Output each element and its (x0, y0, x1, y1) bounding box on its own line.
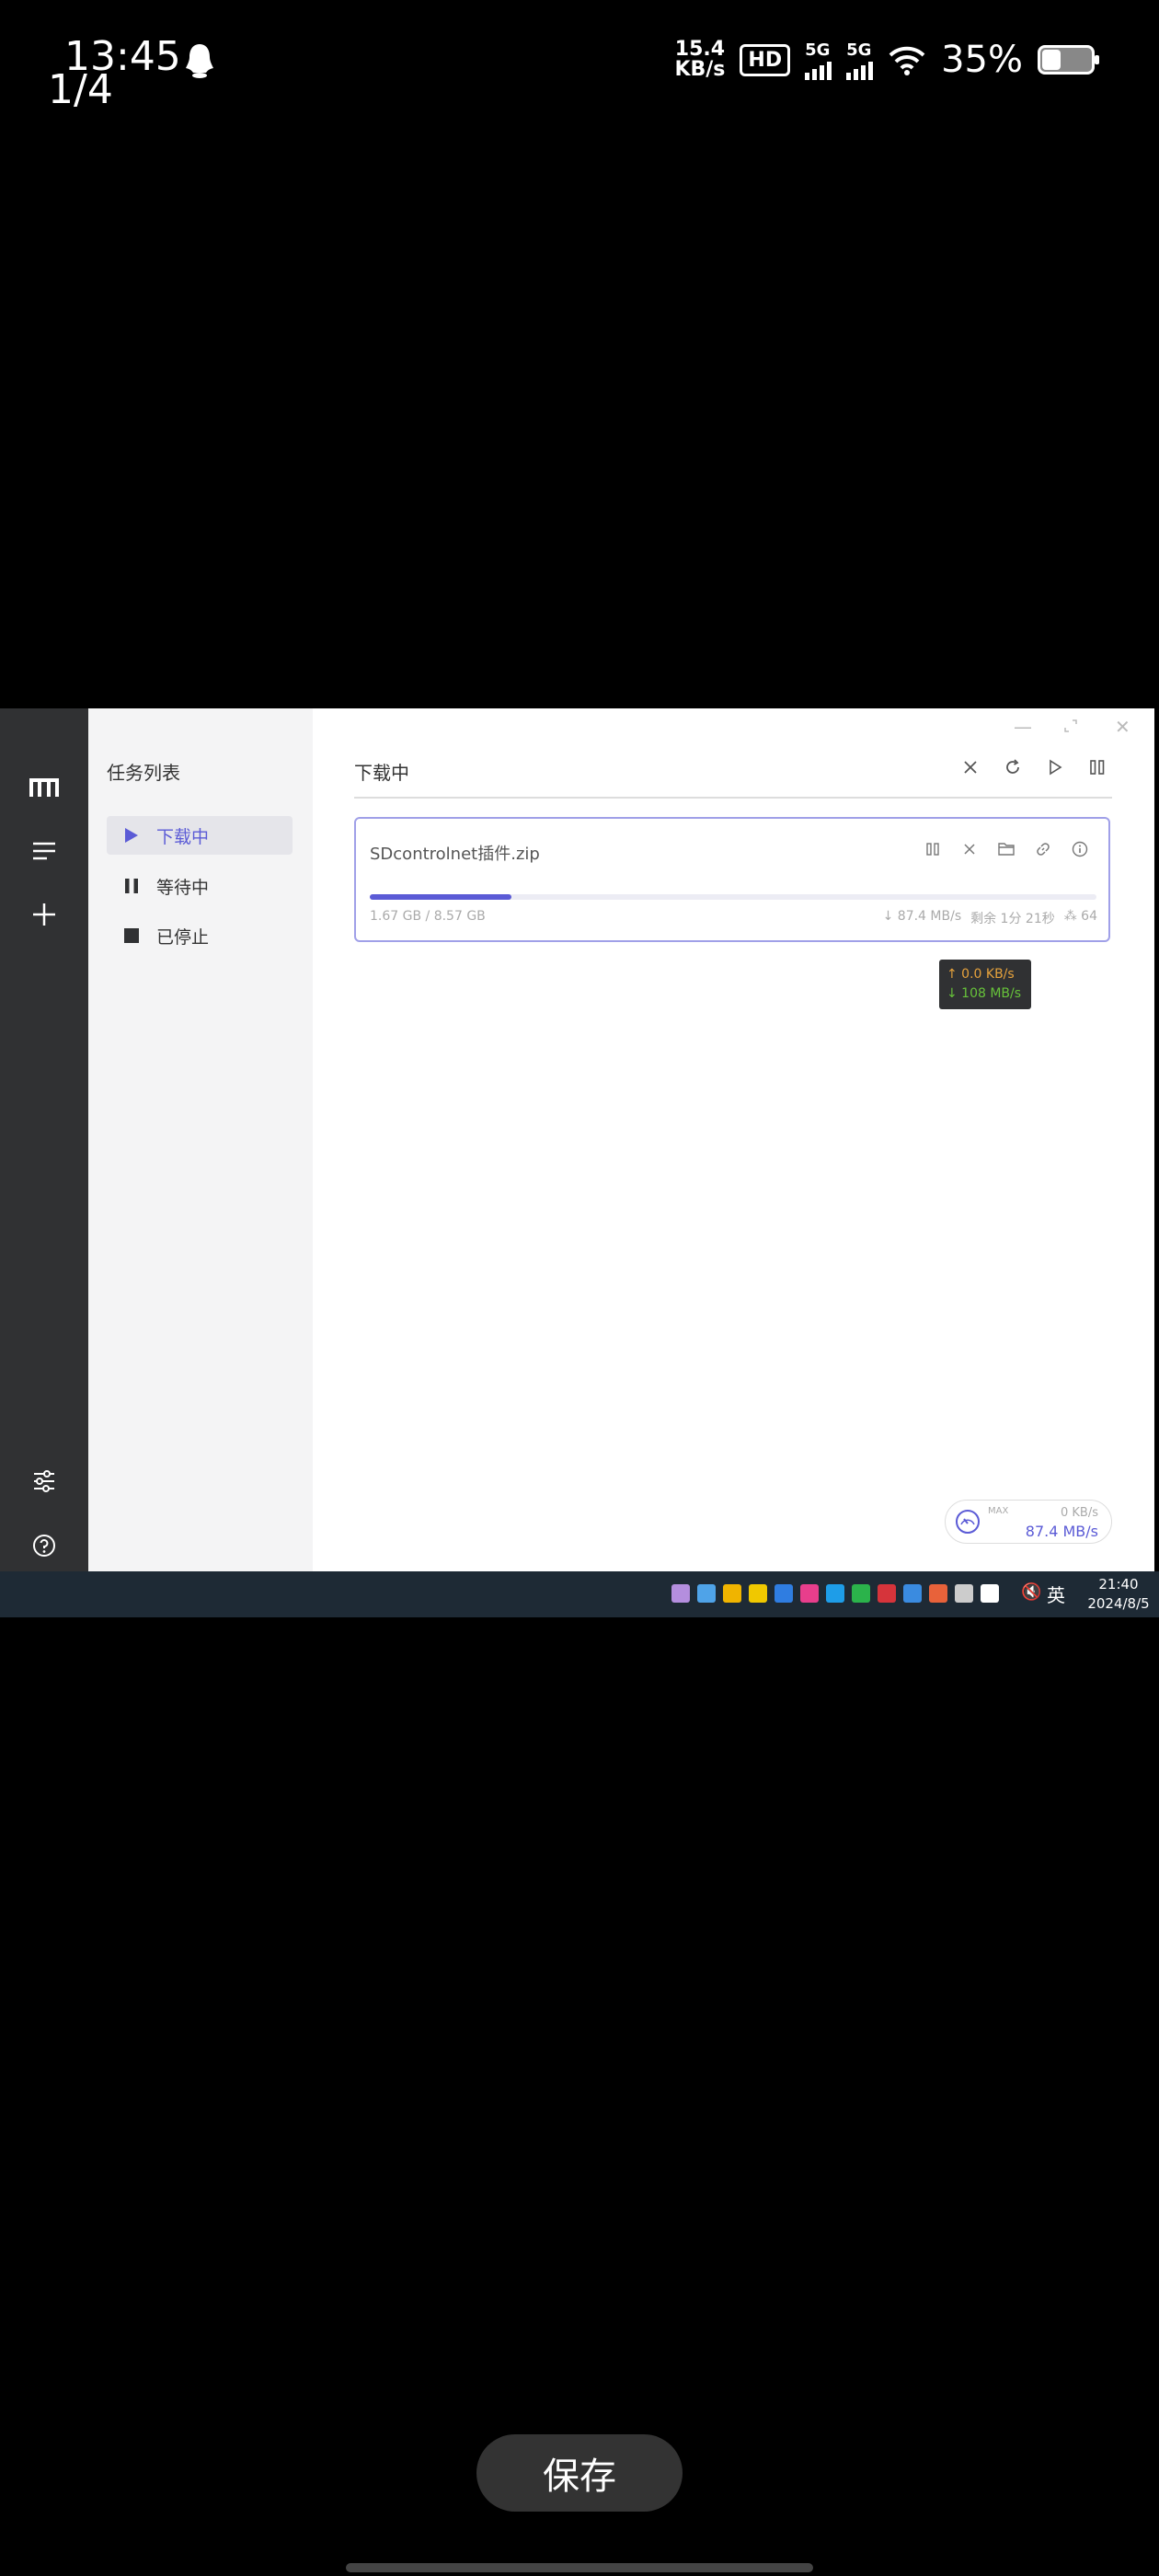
task-progress-fill (370, 894, 512, 900)
wifi-icon (889, 46, 925, 75)
home-indicator[interactable] (346, 2563, 813, 2572)
task-main-panel: — ✕ 下载中 SDcontrolnet插件.zip 1.67 GB / 8.5… (313, 708, 1154, 1571)
phone-status-bar: 13:45 1/4 15.4 KB/s HD 1 2 5G 5G 35% (0, 0, 1159, 129)
help-icon[interactable] (26, 1527, 63, 1564)
battery-icon (1038, 45, 1099, 75)
connections-count: ⁂ 64 (1063, 909, 1097, 924)
battery-percent: 35% (941, 39, 1023, 81)
task-sidebar: 任务列表 下载中 等待中 已停止 (88, 708, 313, 1571)
task-info-icon[interactable] (1070, 839, 1090, 859)
sidebar-item-downloading[interactable]: 下载中 (107, 816, 293, 855)
tray-app-icon[interactable] (800, 1584, 819, 1603)
tray-app-icon[interactable] (878, 1584, 896, 1603)
sidebar-item-label: 下载中 (156, 826, 210, 847)
sidebar-item-label: 等待中 (156, 877, 210, 898)
tray-app-icon[interactable] (671, 1584, 690, 1603)
task-item[interactable]: SDcontrolnet插件.zip 1.67 GB / 8.57 GB ↓ 8… (354, 817, 1110, 942)
pause-all-icon[interactable] (1086, 756, 1108, 778)
input-method-indicator[interactable]: 英 (1047, 1581, 1065, 1607)
delete-task-icon[interactable] (959, 839, 980, 859)
signal-icon-sim1: 5G (805, 40, 832, 80)
remaining-time: 剩余 1分 21秒 (970, 912, 1055, 926)
tray-app-icon[interactable] (749, 1584, 767, 1603)
pause-task-icon[interactable] (923, 839, 943, 859)
open-folder-icon[interactable] (996, 839, 1016, 859)
windows-taskbar: 🔇 英 21:40 2024/8/5 (0, 1571, 1159, 1617)
tray-app-icon[interactable] (903, 1584, 922, 1603)
tray-app-icon[interactable] (697, 1584, 716, 1603)
preferences-icon[interactable] (26, 1463, 63, 1500)
page-title: 下载中 (354, 762, 409, 784)
pause-icon (116, 878, 147, 894)
resume-all-icon[interactable] (1044, 756, 1066, 778)
network-speed-unit: KB/s (674, 58, 726, 81)
app-logo-icon (26, 769, 63, 806)
play-icon (116, 827, 147, 844)
task-size: 1.67 GB / 8.57 GB (370, 909, 486, 924)
tooltip-download-speed: ↓ 108 MB/s (947, 986, 1022, 1001)
task-progress-bar (370, 894, 1096, 900)
task-actions (923, 839, 1090, 859)
maximize-icon[interactable] (1063, 716, 1078, 738)
app-rail (0, 708, 88, 1571)
network-speed: 15.4 KB/s (674, 40, 725, 80)
refresh-icon[interactable] (1002, 756, 1024, 778)
network-speed-value: 15.4 (674, 38, 726, 61)
task-stats: ↓ 87.4 MB/s 剩余 1分 21秒 ⁂ 64 (883, 909, 1097, 927)
speedometer-max-label: MAX (988, 1506, 1009, 1516)
task-name: SDcontrolnet插件.zip (370, 845, 540, 864)
tray-app-icon[interactable] (775, 1584, 793, 1603)
speed-tooltip: ↑ 0.0 KB/s ↓ 108 MB/s (939, 960, 1031, 1009)
sim1-label: 5G (805, 40, 831, 60)
sidebar-item-label: 已停止 (156, 926, 210, 948)
sim2-label: 5G (846, 40, 872, 60)
qq-penguin-icon (186, 44, 213, 78)
tray-app-icon[interactable] (981, 1584, 999, 1603)
speedometer[interactable]: MAX 0 KB/s 87.4 MB/s (945, 1500, 1112, 1544)
add-task-icon[interactable] (26, 896, 63, 933)
sidebar-item-waiting[interactable]: 等待中 (107, 867, 293, 905)
hd-voice-icon: HD (740, 43, 791, 76)
sidebar-title: 任务列表 (107, 762, 180, 784)
close-window-icon[interactable]: ✕ (1115, 716, 1130, 738)
taskbar-time: 21:40 (1098, 1576, 1139, 1593)
system-tray-icons (671, 1584, 999, 1603)
download-speed: ↓ 87.4 MB/s (882, 909, 962, 924)
speedometer-icon (956, 1510, 980, 1534)
muted-speaker-icon[interactable]: 🔇 (1021, 1582, 1041, 1602)
save-button[interactable]: 保存 (476, 2434, 683, 2512)
speedometer-download: 87.4 MB/s (1025, 1523, 1098, 1540)
task-list-icon[interactable] (26, 833, 63, 869)
tray-app-icon[interactable] (955, 1584, 973, 1603)
signal-icon-sim2: 5G (846, 40, 874, 80)
copy-link-icon[interactable] (1033, 839, 1053, 859)
sidebar-item-stopped[interactable]: 已停止 (107, 916, 293, 955)
stop-icon (116, 927, 147, 944)
page-indicator: 1/4 (48, 66, 113, 113)
taskbar-date: 2024/8/5 (1087, 1595, 1150, 1612)
tray-app-icon[interactable] (929, 1584, 947, 1603)
divider (354, 797, 1112, 799)
tray-app-icon[interactable] (852, 1584, 870, 1603)
tooltip-upload-speed: ↑ 0.0 KB/s (947, 967, 1015, 982)
taskbar-clock[interactable]: 21:40 2024/8/5 (1082, 1575, 1155, 1614)
task-toolbar (959, 756, 1108, 778)
minimize-icon[interactable]: — (1014, 716, 1032, 738)
tray-app-icon[interactable] (826, 1584, 844, 1603)
download-manager-window: 任务列表 下载中 等待中 已停止 — ✕ 下载中 SDcontrolnet插件.… (0, 708, 1154, 1571)
tray-app-icon[interactable] (723, 1584, 741, 1603)
speedometer-upload: 0 KB/s (1061, 1506, 1098, 1520)
delete-tasks-icon[interactable] (959, 756, 981, 778)
